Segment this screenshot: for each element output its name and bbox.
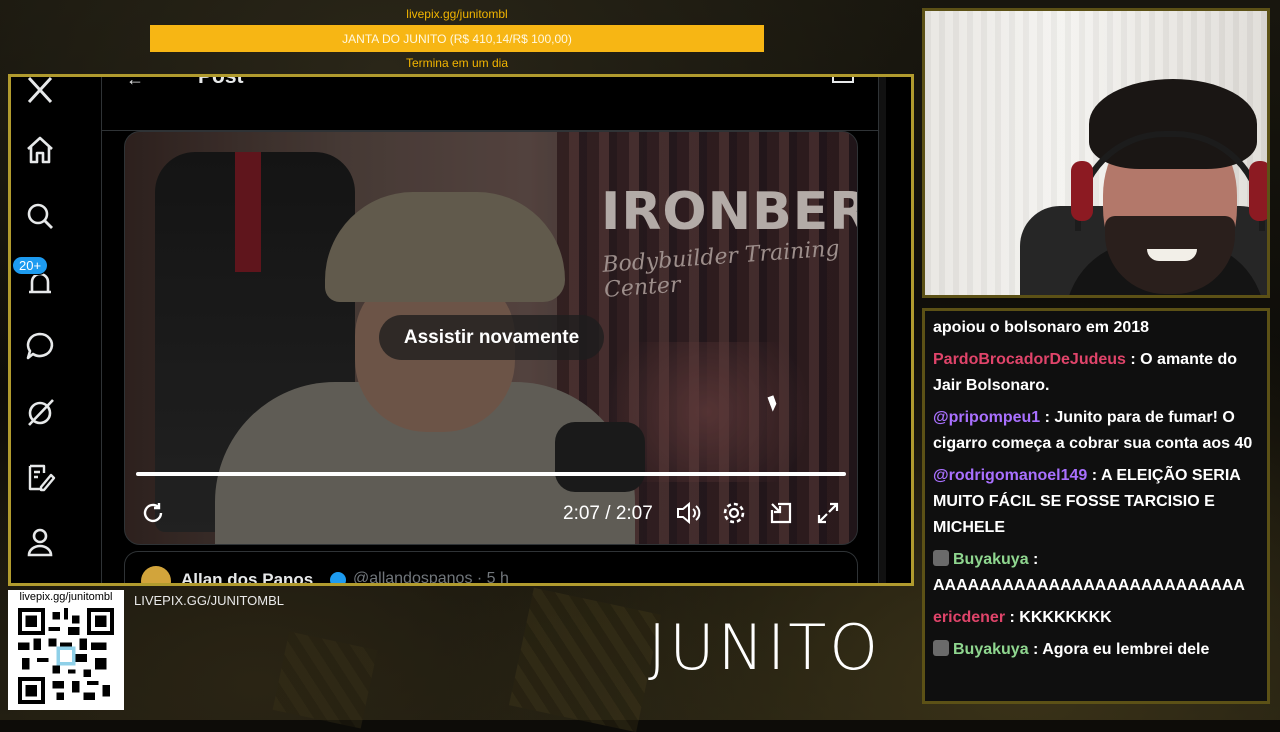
screen-capture: 20+ ← Post IRONBERG Bodybuilder Training… bbox=[8, 74, 914, 586]
settings-gear-icon[interactable] bbox=[719, 498, 749, 528]
reply-preview[interactable]: Allan dos Panos @allandospanos · 5 h bbox=[124, 551, 858, 586]
back-arrow-icon[interactable]: ← bbox=[126, 77, 144, 90]
video-progress-bar[interactable] bbox=[136, 472, 846, 476]
sidebar-divider bbox=[101, 77, 102, 583]
chat-message: Buyakuya : Agora eu lembrei dele bbox=[933, 637, 1259, 663]
chat-message: @rodrigomanoel149 : A ELEIÇÃO SERIA MUIT… bbox=[933, 463, 1259, 541]
x-sidebar: 20+ bbox=[11, 77, 101, 583]
chat-message: @pripompeu1 : Junito para de fumar! O ci… bbox=[933, 405, 1259, 457]
replay-icon[interactable] bbox=[138, 498, 168, 528]
qr-code-panel: livepix.gg/junitombl bbox=[8, 590, 124, 710]
grok-icon[interactable] bbox=[23, 395, 57, 429]
reply-author-handle: @allandospanos · 5 h bbox=[353, 570, 509, 586]
page-title: Post bbox=[198, 74, 244, 88]
chat-text: : Agora eu lembrei dele bbox=[1033, 641, 1210, 658]
goal-url: livepix.gg/junitombl bbox=[406, 7, 508, 21]
post-header: ← Post bbox=[102, 77, 878, 117]
time-readout: 2:07 / 2:07 bbox=[563, 503, 653, 524]
chat-username[interactable]: @pripompeu1 bbox=[933, 409, 1040, 426]
webcam-feed bbox=[922, 8, 1270, 298]
search-icon[interactable] bbox=[23, 199, 57, 233]
home-icon[interactable] bbox=[23, 133, 57, 167]
compose-icon[interactable] bbox=[23, 460, 57, 494]
webcam-streamer-smile bbox=[1147, 249, 1197, 261]
chat-message: PardoBrocadorDeJudeus : O amante do Jair… bbox=[933, 347, 1259, 399]
chat-message: apoiou o bolsonaro em 2018 bbox=[933, 315, 1259, 341]
headset-earcup bbox=[1249, 161, 1267, 221]
verified-badge-icon bbox=[330, 572, 346, 583]
picture-in-picture-icon[interactable] bbox=[766, 498, 796, 528]
subscriber-badge-icon bbox=[933, 550, 949, 566]
chat-text: apoiou o bolsonaro em 2018 bbox=[933, 319, 1150, 336]
profile-icon[interactable] bbox=[23, 525, 57, 559]
replay-button[interactable]: Assistir novamente bbox=[379, 315, 604, 360]
chat-username[interactable]: Buyakuya bbox=[953, 551, 1029, 568]
junito-logo: JUNITO bbox=[648, 611, 882, 684]
headset-earcup bbox=[1071, 161, 1093, 221]
x-logo-icon[interactable] bbox=[23, 77, 57, 105]
chat-username[interactable]: ericdener bbox=[933, 609, 1005, 626]
stream-chat: apoiou o bolsonaro em 2018 PardoBrocador… bbox=[922, 308, 1270, 704]
video-player[interactable]: IRONBERG Bodybuilder Training Center Ass… bbox=[124, 131, 858, 545]
reply-author-name[interactable]: Allan dos Panos bbox=[181, 570, 313, 583]
goal-text: JANTA DO JUNITO (R$ 410,14/R$ 100,00) bbox=[342, 31, 572, 46]
chat-username[interactable]: @rodrigomanoel149 bbox=[933, 467, 1087, 484]
chat-message: ericdener : KKKKKKKK bbox=[933, 605, 1259, 631]
bookmark-icon[interactable] bbox=[832, 77, 854, 83]
subscriber-badge-icon bbox=[933, 640, 949, 656]
notification-badge: 20+ bbox=[12, 256, 49, 275]
volume-icon[interactable] bbox=[673, 498, 703, 528]
goal-ends-text: Termina em um dia bbox=[405, 56, 509, 70]
avatar[interactable] bbox=[141, 566, 171, 583]
qr-code-icon bbox=[18, 608, 114, 704]
chat-text: : KKKKKKKK bbox=[1009, 609, 1112, 626]
scrollbar[interactable] bbox=[878, 77, 886, 583]
qr-url: livepix.gg/junitombl bbox=[19, 591, 113, 603]
fullscreen-icon[interactable] bbox=[813, 498, 843, 528]
donation-goal-bar: JANTA DO JUNITO (R$ 410,14/R$ 100,00) bbox=[150, 25, 764, 52]
chat-bubble-icon[interactable] bbox=[23, 329, 57, 363]
chat-message: Buyakuya : AAAAAAAAAAAAAAAAAAAAAAAAAAA bbox=[933, 547, 1259, 599]
livepix-caption: LIVEPIX.GG/JUNITOMBL bbox=[134, 593, 285, 608]
chat-username[interactable]: Buyakuya bbox=[953, 641, 1029, 658]
chat-username[interactable]: PardoBrocadorDeJudeus bbox=[933, 351, 1126, 368]
